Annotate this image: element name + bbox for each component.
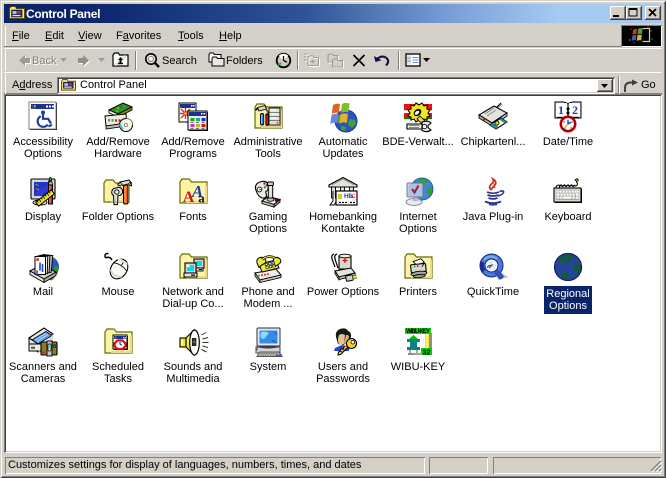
svg-text:a: a (198, 191, 205, 206)
svg-text:32: 32 (423, 350, 431, 357)
svg-text:2: 2 (572, 103, 578, 117)
svg-text:1: 1 (558, 103, 564, 117)
